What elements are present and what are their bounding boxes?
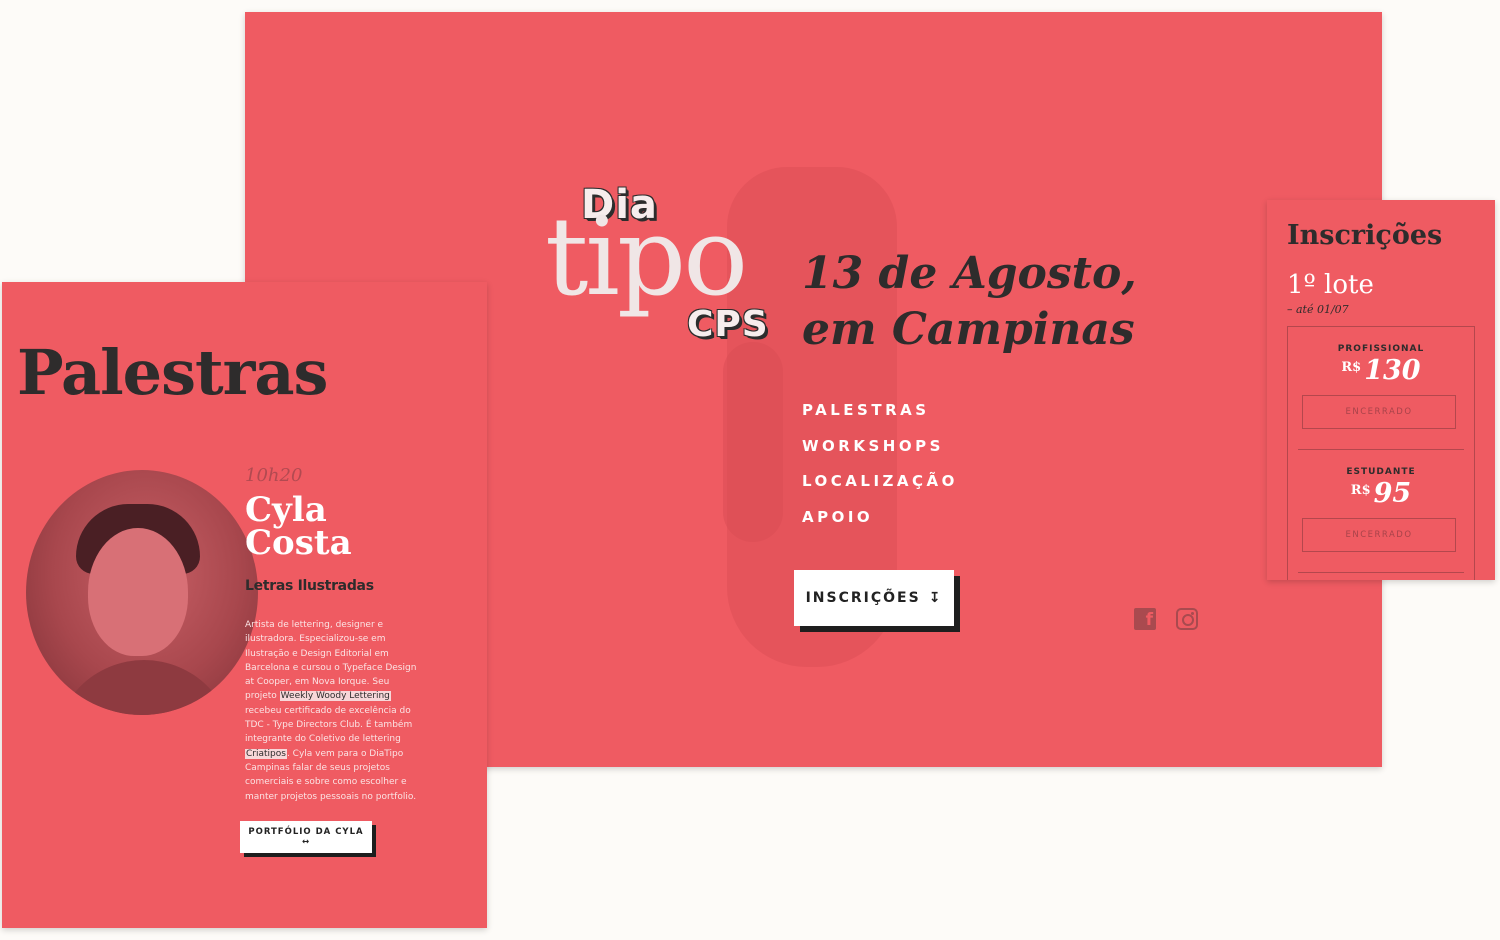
talk-title: Letras Ilustradas xyxy=(245,578,374,594)
nav-link-apoio[interactable]: APOIO xyxy=(802,507,958,543)
talks-panel: Palestras 10h20 Cyla Costa Letras Ilustr… xyxy=(2,282,487,928)
nav-link-workshops[interactable]: WORKSHOPS xyxy=(802,436,958,472)
speaker-name: Cyla Costa xyxy=(245,493,445,563)
talk-time: 10h20 xyxy=(245,465,303,486)
speaker-bio: Artista de lettering, designer e ilustra… xyxy=(245,618,417,804)
encerrado-button-profissional[interactable]: ENCERRADO xyxy=(1302,395,1456,429)
weekly-woody-lettering-link[interactable]: Weekly Woody Lettering xyxy=(279,691,391,702)
logo-cps: CPS xyxy=(687,304,769,345)
nav-link-palestras[interactable]: PALESTRAS xyxy=(802,400,958,436)
currency-symbol: R$ xyxy=(1341,360,1362,375)
registration-panel: Inscrições 1º lote – até 01/07 PROFISSIO… xyxy=(1267,200,1495,580)
diatipo-logo[interactable]: Dia tipo CPS xyxy=(545,182,775,372)
event-date-line1: 13 de Agosto, xyxy=(802,248,1137,299)
price-value: 130 xyxy=(1364,355,1421,386)
divider xyxy=(1298,449,1464,450)
logo-tipo: tipo xyxy=(545,195,748,320)
registration-title: Inscrições xyxy=(1287,220,1443,251)
tier-price: R$ 95 xyxy=(1288,477,1474,508)
bio-text: recebeu certificado de excelência do TDC… xyxy=(245,705,413,745)
lote-label: 1º lote xyxy=(1287,270,1374,300)
speaker-photo xyxy=(26,470,258,715)
currency-symbol: R$ xyxy=(1350,483,1371,498)
hero-background-illustration-detail xyxy=(723,342,783,542)
portfolio-button[interactable]: PORTFÓLIO DA CYLA ↔ xyxy=(240,821,372,853)
criatipos-link[interactable]: Criatipos xyxy=(245,748,287,759)
facebook-icon[interactable]: f xyxy=(1134,608,1156,630)
main-nav: PALESTRAS WORKSHOPS LOCALIZAÇÃO APOIO xyxy=(802,400,958,542)
arrow-down-icon: ↧ xyxy=(928,590,943,606)
event-date-line2: em Campinas xyxy=(802,304,1135,355)
nav-link-localizacao[interactable]: LOCALIZAÇÃO xyxy=(802,471,958,507)
encerrado-button-estudante[interactable]: ENCERRADO xyxy=(1302,518,1456,552)
bio-text: Artista de lettering, designer e ilustra… xyxy=(245,620,417,702)
inscricoes-button[interactable]: INSCRIÇÕES ↧ xyxy=(794,570,954,626)
price-value: 95 xyxy=(1373,478,1412,509)
price-box: PROFISSIONAL R$ 130 ENCERRADO ESTUDANTE R… xyxy=(1287,326,1475,580)
tier-estudante: ESTUDANTE R$ 95 xyxy=(1288,467,1474,508)
talks-title: Palestras xyxy=(17,336,328,409)
speaker-photo-face xyxy=(88,528,188,656)
tier-profissional: PROFISSIONAL R$ 130 xyxy=(1288,344,1474,385)
instagram-icon[interactable] xyxy=(1176,608,1198,630)
lote-deadline: – até 01/07 xyxy=(1287,303,1349,316)
tier-price: R$ 130 xyxy=(1288,354,1474,385)
divider xyxy=(1298,572,1464,573)
speaker-last-name: Costa xyxy=(245,523,352,563)
speaker-photo-shirt xyxy=(54,660,234,715)
tier-label: ESTUDANTE xyxy=(1346,467,1416,477)
event-date-heading: 13 de Agosto, em Campinas xyxy=(802,246,1137,358)
tier-label: PROFISSIONAL xyxy=(1337,344,1425,354)
inscricoes-button-label: INSCRIÇÕES xyxy=(805,590,921,606)
